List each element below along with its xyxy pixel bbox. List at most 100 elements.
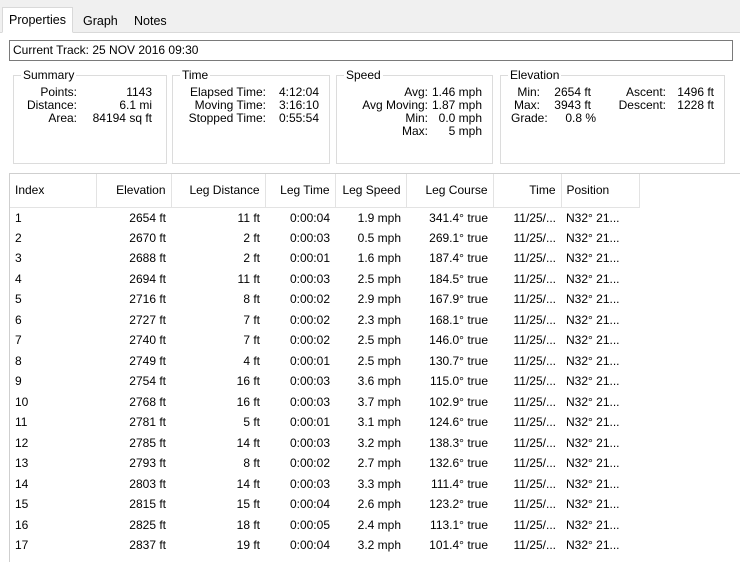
cell-position: N32° 21... [566, 353, 620, 368]
column-header-leg-time[interactable]: Leg Time [265, 174, 336, 208]
cell-leg-time: 0:00:03 [289, 476, 330, 491]
table-row[interactable]: 6 2727 ft 7 ft 0:00:02 2.3 mph 168.1° true 11/… [10, 310, 639, 331]
current-track-field[interactable]: Current Track: 25 NOV 2016 09:30 [9, 40, 733, 61]
cell-index: 3 [15, 251, 22, 266]
column-header-time[interactable]: Time [493, 174, 562, 208]
cell-leg-speed: 3.3 mph [357, 476, 401, 491]
cell-leg-time: 0:00:02 [289, 292, 330, 307]
cell-elevation: 2694 ft [129, 271, 166, 286]
cell-index: 10 [15, 394, 29, 409]
cell-elevation: 2754 ft [129, 374, 166, 389]
cell-time: 11/25/... [513, 230, 556, 245]
time-group-title: Time [180, 68, 211, 82]
column-header-position[interactable]: Position [561, 174, 640, 208]
table-row[interactable]: 14 2803 ft 14 ft 0:00:03 3.3 mph 111.4° true 1… [10, 474, 639, 495]
cell-index: 8 [15, 353, 22, 368]
table-row[interactable]: 15 2815 ft 15 ft 0:00:04 2.6 mph 123.2° true 1… [10, 494, 639, 515]
table-row[interactable]: 8 2749 ft 4 ft 0:00:01 2.5 mph 130.7° true 11/… [10, 351, 639, 372]
table-header-row: Index Elevation Leg Distance Leg Time Le… [10, 174, 640, 208]
cell-leg-course: 168.1° true [429, 312, 488, 327]
table-row[interactable]: 4 2694 ft 11 ft 0:00:03 2.5 mph 184.5° true 11… [10, 269, 639, 290]
table-row[interactable]: 11 2781 ft 5 ft 0:00:01 3.1 mph 124.6° true 11… [10, 412, 639, 433]
cell-elevation: 2716 ft [129, 292, 166, 307]
max-speed-label: Max: [401, 124, 428, 138]
cell-elevation: 2670 ft [129, 230, 166, 245]
cell-index: 5 [15, 292, 22, 307]
max-speed-value: 5 mph [448, 124, 482, 138]
cell-leg-speed: 1.9 mph [357, 210, 401, 225]
cell-leg-time: 0:00:02 [289, 333, 330, 348]
cell-elevation: 2815 ft [129, 497, 166, 512]
cell-leg-distance: 7 ft [243, 312, 260, 327]
cell-leg-distance: 7 ft [243, 333, 260, 348]
summary-group-title: Summary [21, 68, 77, 82]
cell-leg-speed: 2.5 mph [357, 353, 401, 368]
cell-index: 14 [15, 476, 29, 491]
cell-leg-distance: 14 ft [236, 435, 260, 450]
table-row[interactable]: 13 2793 ft 8 ft 0:00:02 2.7 mph 132.6° true 11… [10, 453, 639, 474]
cell-leg-course: 167.9° true [429, 292, 488, 307]
cell-position: N32° 21... [566, 251, 620, 266]
cell-index: 17 [15, 538, 29, 553]
cell-time: 11/25/... [513, 476, 556, 491]
cell-elevation: 2837 ft [129, 538, 166, 553]
cell-position: N32° 21... [566, 476, 620, 491]
tab-properties[interactable]: Properties [2, 7, 73, 33]
cell-time: 11/25/... [513, 353, 556, 368]
cell-position: N32° 21... [566, 271, 620, 286]
cell-leg-speed: 3.2 mph [357, 538, 401, 553]
column-header-elevation[interactable]: Elevation [96, 174, 172, 208]
track-points-grid[interactable]: Index Elevation Leg Distance Leg Time Le… [9, 173, 740, 562]
cell-leg-distance: 2 ft [243, 251, 260, 266]
cell-leg-distance: 2 ft [243, 230, 260, 245]
table-row[interactable]: 3 2688 ft 2 ft 0:00:01 1.6 mph 187.4° true 11/… [10, 248, 639, 269]
cell-leg-speed: 2.9 mph [357, 292, 401, 307]
cell-time: 11/25/... [513, 312, 556, 327]
speed-group: Speed Avg: 1.46 mph Avg Moving: 1.87 mph… [336, 68, 493, 164]
cell-leg-distance: 4 ft [243, 353, 260, 368]
cell-leg-distance: 16 ft [236, 374, 260, 389]
cell-elevation: 2785 ft [129, 435, 166, 450]
column-header-leg-distance[interactable]: Leg Distance [171, 174, 266, 208]
table-row[interactable]: 2 2670 ft 2 ft 0:00:03 0.5 mph 269.1° true 11/… [10, 228, 639, 249]
cell-leg-time: 0:00:04 [289, 210, 330, 225]
cell-time: 11/25/... [513, 292, 556, 307]
cell-index: 7 [15, 333, 22, 348]
cell-index: 11 [15, 415, 28, 430]
descent-label: Descent: [618, 98, 666, 112]
table-row[interactable]: 12 2785 ft 14 ft 0:00:03 3.2 mph 138.3° true 1… [10, 433, 639, 454]
cell-leg-time: 0:00:03 [289, 394, 330, 409]
cell-elevation: 2825 ft [129, 517, 166, 532]
table-row[interactable]: 17 2837 ft 19 ft 0:00:04 3.2 mph 101.4° true 1… [10, 535, 639, 556]
column-header-leg-speed[interactable]: Leg Speed [335, 174, 407, 208]
table-row[interactable]: 5 2716 ft 8 ft 0:00:02 2.9 mph 167.9° true 11/… [10, 289, 639, 310]
cell-leg-speed: 2.5 mph [357, 271, 401, 286]
cell-elevation: 2688 ft [129, 251, 166, 266]
table-row[interactable]: 1 2654 ft 11 ft 0:00:04 1.9 mph 341.4° true 11… [10, 207, 639, 228]
table-row[interactable]: 16 2825 ft 18 ft 0:00:05 2.4 mph 113.1° true 1… [10, 515, 639, 536]
column-header-leg-course[interactable]: Leg Course [406, 174, 494, 208]
tab-strip-divider [0, 32, 740, 33]
summary-group: Summary Points: 1143 Distance: 6.1 mi Ar… [13, 68, 167, 164]
cell-index: 9 [15, 374, 22, 389]
area-value: 84194 sq ft [92, 111, 152, 125]
table-row[interactable]: 10 2768 ft 16 ft 0:00:03 3.7 mph 102.9° true 1… [10, 392, 639, 413]
cell-leg-speed: 2.3 mph [357, 312, 401, 327]
cell-elevation: 2768 ft [129, 394, 166, 409]
cell-leg-time: 0:00:02 [289, 312, 330, 327]
cell-leg-speed: 2.5 mph [357, 333, 401, 348]
cell-leg-course: 184.5° true [429, 271, 488, 286]
column-header-index[interactable]: Index [10, 174, 97, 208]
tab-graph[interactable]: Graph [76, 10, 125, 32]
tab-notes[interactable]: Notes [127, 10, 174, 32]
table-row[interactable]: 9 2754 ft 16 ft 0:00:03 3.6 mph 115.0° true 11… [10, 371, 639, 392]
tab-strip: Properties Graph Notes [0, 0, 740, 33]
cell-leg-course: 102.9° true [429, 394, 488, 409]
cell-time: 11/25/... [513, 374, 556, 389]
cell-leg-time: 0:00:01 [289, 415, 330, 430]
cell-position: N32° 21... [566, 374, 620, 389]
table-row[interactable]: 7 2740 ft 7 ft 0:00:02 2.5 mph 146.0° true 11/… [10, 330, 639, 351]
cell-leg-time: 0:00:04 [289, 538, 330, 553]
cell-index: 13 [15, 456, 29, 471]
cell-leg-distance: 14 ft [236, 476, 260, 491]
